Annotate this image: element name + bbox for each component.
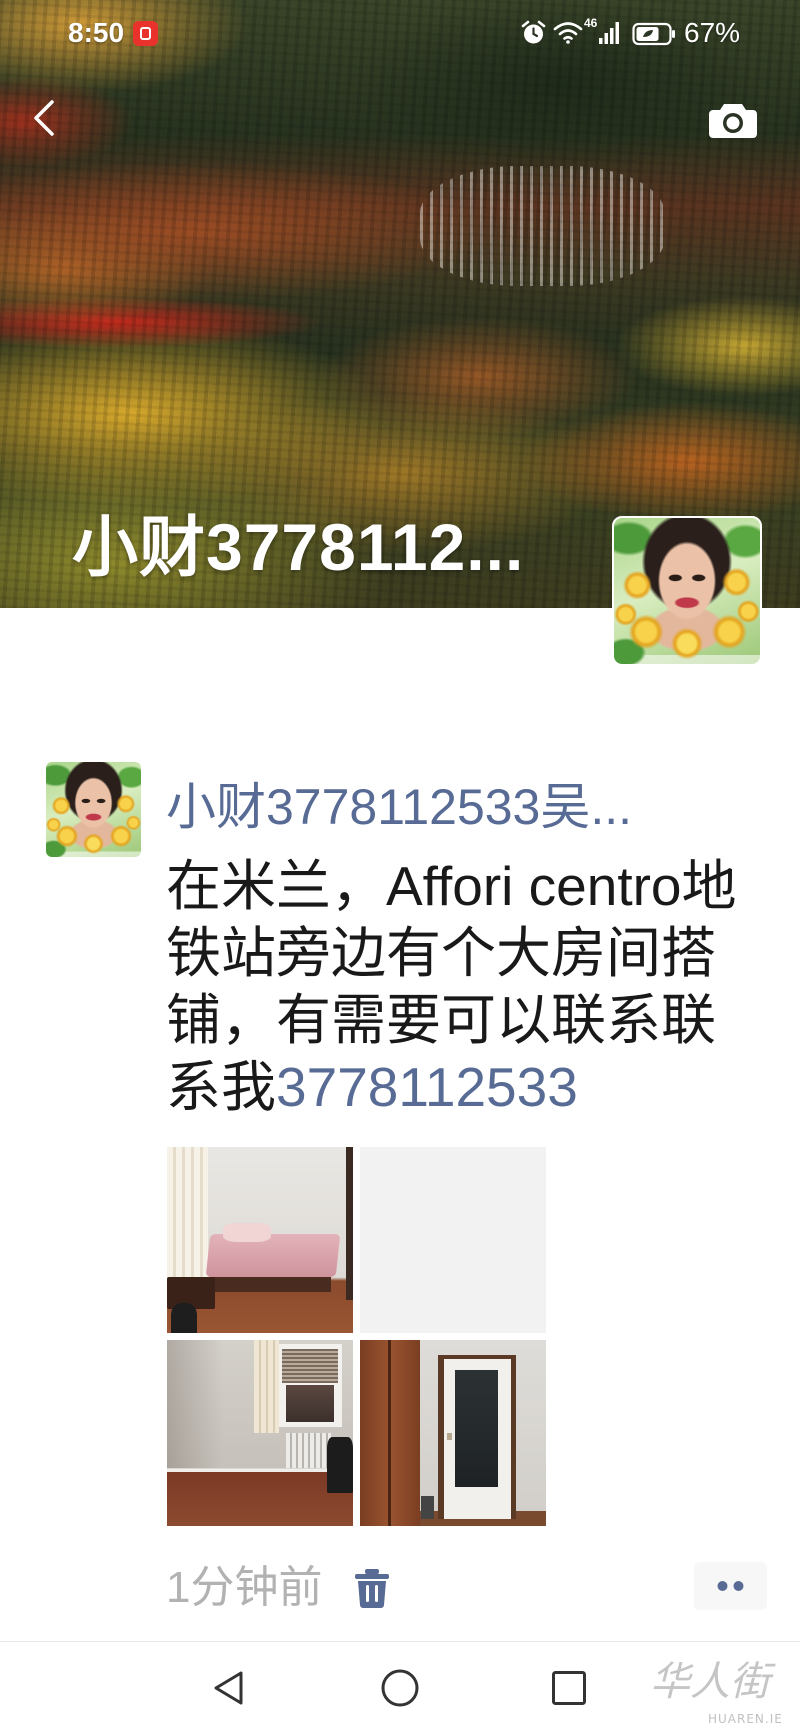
photo-bed — [205, 1234, 341, 1278]
camera-button[interactable] — [708, 101, 758, 139]
photo-window-glass — [286, 1384, 335, 1422]
post-phone-link[interactable]: 3778112533 — [276, 1056, 578, 1118]
signal-icon — [598, 21, 620, 50]
camera-icon — [708, 101, 758, 144]
battery-percent: 67% — [684, 17, 741, 48]
status-bar: 8:50 46 67% — [0, 0, 800, 66]
post-image-bedroom[interactable] — [167, 1147, 353, 1333]
circle-home-icon — [381, 1669, 419, 1707]
photo-radiator — [286, 1433, 331, 1469]
profile-name: 小财3778112... — [72, 510, 525, 584]
photo-wall-shadow — [167, 1340, 223, 1469]
photo-wardrobe-seam — [387, 1340, 391, 1526]
photo-stool — [170, 1303, 197, 1333]
back-button[interactable] — [26, 96, 66, 140]
post-avatar[interactable] — [46, 762, 141, 857]
notification-badge-icon — [133, 21, 158, 46]
photo-window-blind — [282, 1349, 339, 1383]
badge-glyph — [140, 27, 151, 40]
watermark-site: HUAREN.IE — [708, 1712, 783, 1726]
photo-curtain — [254, 1340, 279, 1433]
post-image-window-room[interactable] — [167, 1340, 353, 1526]
trash-icon — [354, 1568, 390, 1613]
post-image-door-wardrobe[interactable] — [360, 1340, 546, 1526]
watermark-logo: 华人街 — [650, 1659, 770, 1705]
profile-avatar[interactable] — [612, 516, 762, 666]
photo-pillow — [222, 1223, 272, 1242]
delete-button[interactable] — [354, 1568, 390, 1608]
photo-door-handle — [447, 1433, 453, 1441]
post-text: 在米兰，Affori centro地铁站旁边有个大房间搭铺，有需要可以联系联系我… — [166, 853, 764, 1121]
nav-back-button[interactable] — [211, 1669, 247, 1712]
photo-chair — [326, 1436, 353, 1493]
chevron-left-icon — [26, 96, 66, 145]
post-image-loading[interactable] — [360, 1147, 546, 1333]
post-timestamp: 1分钟前 — [166, 1563, 323, 1612]
wifi-icon — [553, 20, 583, 49]
network-type-label: 46 — [584, 16, 598, 30]
triangle-back-icon — [214, 1671, 243, 1705]
nav-recents-button[interactable] — [551, 1670, 587, 1711]
photo-bin — [421, 1496, 435, 1519]
photo-door-edge — [345, 1147, 353, 1300]
square-recents-icon — [552, 1671, 586, 1705]
status-time: 8:50 — [68, 17, 125, 48]
battery-icon — [632, 22, 676, 51]
photo-door-glass — [454, 1369, 498, 1487]
photo-curtain — [167, 1147, 208, 1281]
more-button[interactable] — [694, 1562, 767, 1610]
post-author-name[interactable]: 小财3778112533吴... — [166, 777, 632, 837]
alarm-icon — [520, 19, 547, 51]
more-dots-icon — [694, 1562, 767, 1615]
nav-home-button[interactable] — [380, 1668, 420, 1713]
